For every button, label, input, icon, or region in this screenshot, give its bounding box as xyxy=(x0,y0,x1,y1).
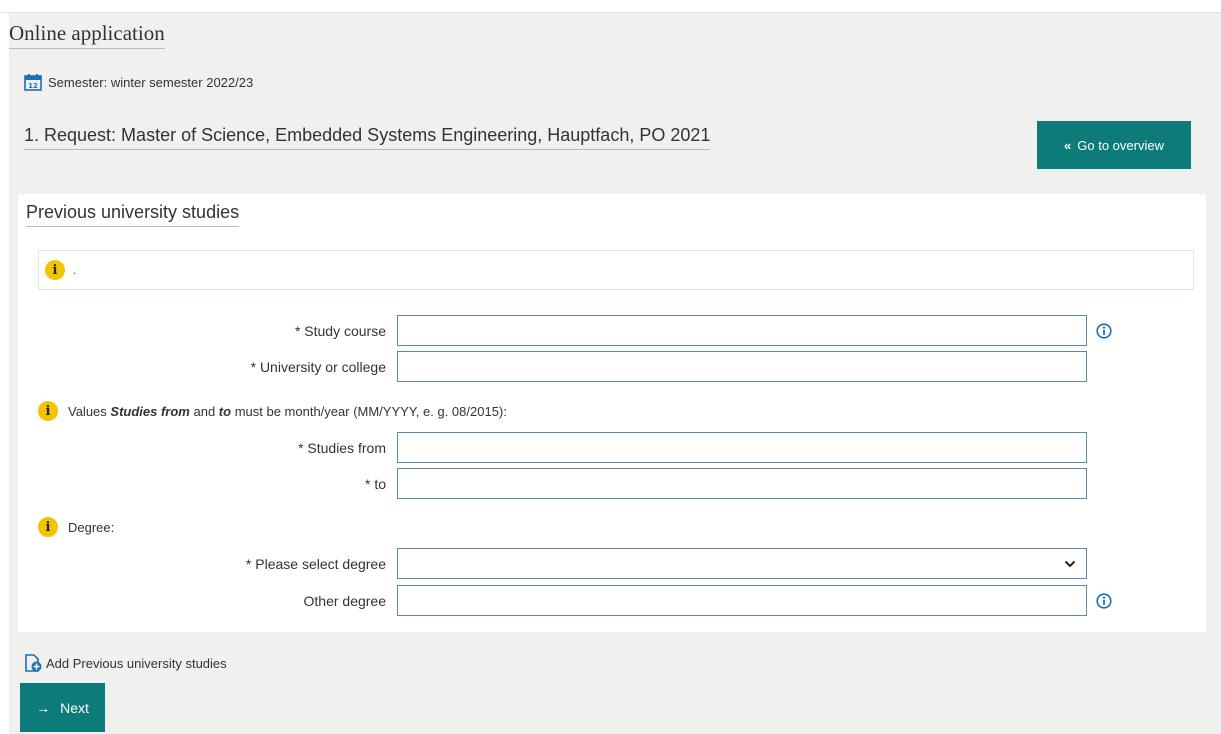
university-label: * University or college xyxy=(250,359,386,375)
studies-to-row: * to xyxy=(18,468,1206,501)
study-course-label: * Study course xyxy=(294,323,386,339)
semester-text: Semester: winter semester 2022/23 xyxy=(48,74,254,90)
studies-from-row: * Studies from xyxy=(18,432,1206,465)
study-course-row: * Study course xyxy=(18,315,1206,348)
dates-note-bold-2: to xyxy=(218,403,232,419)
other-degree-input[interactable] xyxy=(397,585,1087,616)
add-document-icon xyxy=(25,654,42,672)
studies-to-input[interactable] xyxy=(397,468,1087,499)
info-icon: i xyxy=(45,260,65,280)
panel-title: Previous university studies xyxy=(26,200,240,227)
degree-select[interactable] xyxy=(397,548,1087,579)
chevron-down-icon xyxy=(1064,560,1076,568)
calendar-icon: 12 xyxy=(24,74,42,91)
other-degree-label: Other degree xyxy=(303,593,387,609)
add-previous-studies-label: Add Previous university studies xyxy=(46,655,227,671)
degree-note-text: Degree: xyxy=(68,519,115,535)
dates-note-bold-1: Studies from xyxy=(110,403,190,419)
dates-note-post: must be month/year (MM/YYYY, e. g. 08/20… xyxy=(231,403,507,419)
degree-select-row: * Please select degree xyxy=(18,548,1206,581)
degree-select-label: * Please select degree xyxy=(245,556,386,572)
degree-note: i Degree: xyxy=(38,517,114,537)
arrow-right-icon: → xyxy=(36,699,51,716)
info-box: i . xyxy=(38,250,1194,290)
studies-from-input[interactable] xyxy=(397,432,1087,463)
double-chevron-left-icon: « xyxy=(1064,137,1071,153)
help-circle-icon[interactable] xyxy=(1096,323,1112,339)
page-title: Online application xyxy=(9,20,165,49)
info-text: . xyxy=(73,263,77,277)
next-button[interactable]: → Next xyxy=(20,683,105,732)
studies-from-label: * Studies from xyxy=(298,440,386,456)
dates-note-pre: Values xyxy=(68,403,111,419)
other-degree-row: Other degree xyxy=(18,585,1206,618)
svg-text:12: 12 xyxy=(28,82,38,90)
help-circle-icon[interactable] xyxy=(1096,593,1112,609)
top-bar xyxy=(0,0,1221,13)
semester-info: 12 Semester: winter semester 2022/23 xyxy=(24,70,253,94)
go-to-overview-label: Go to overview xyxy=(1077,137,1164,153)
dates-note-mid: and xyxy=(189,403,219,419)
add-previous-studies-link[interactable]: Add Previous university studies xyxy=(24,654,227,672)
next-label: Next xyxy=(60,699,89,716)
dates-note-text: Values Studies from and to must be month… xyxy=(68,404,507,419)
previous-studies-panel: Previous university studies i . * Study … xyxy=(18,194,1206,632)
go-to-overview-button[interactable]: « Go to overview xyxy=(1037,121,1191,169)
info-icon: i xyxy=(38,517,58,537)
university-input[interactable] xyxy=(397,351,1087,382)
request-title: 1. Request: Master of Science, Embedded … xyxy=(24,123,711,150)
university-row: * University or college xyxy=(18,351,1206,384)
dates-note: i Values Studies from and to must be mon… xyxy=(38,401,507,421)
studies-to-label: * to xyxy=(364,476,386,492)
info-icon: i xyxy=(38,401,58,421)
study-course-input[interactable] xyxy=(397,315,1087,346)
